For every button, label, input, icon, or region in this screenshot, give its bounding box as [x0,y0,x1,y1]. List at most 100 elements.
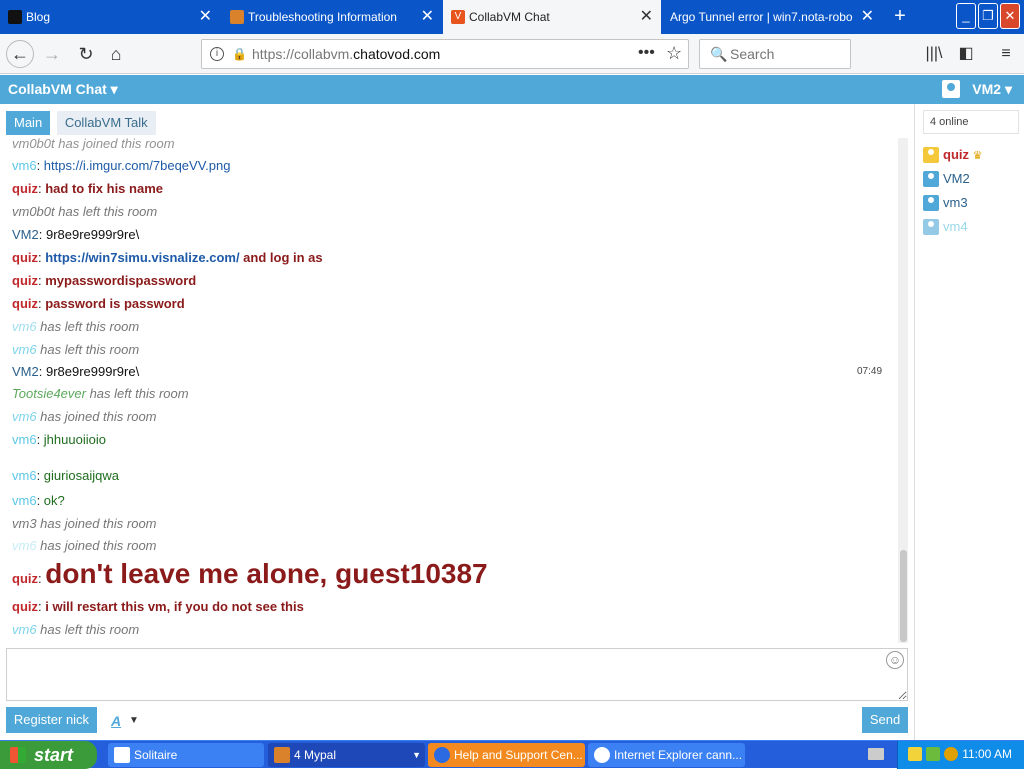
message-nick[interactable]: vm6 [12,622,37,637]
message-nick[interactable]: vm6 [12,342,37,357]
room-tabs: Main CollabVM Talk [6,111,159,135]
message-text: has left this room [36,622,140,637]
forward-arrow-icon[interactable]: → [38,40,66,68]
message-text: mypasswordispassword [45,273,197,288]
message-nick[interactable]: quiz [12,599,38,614]
url-text[interactable]: https://collabvm.chatovod.com [252,46,440,62]
reload-icon[interactable]: ↻ [72,40,100,68]
user-name: quiz [943,147,969,162]
tab-collabvm-talk[interactable]: CollabVM Talk [56,111,156,135]
message-text: jhhuuoiioio [43,432,106,447]
chat-header-bar: CollabVM Chat ▾ VM2 ▾ [0,75,1024,104]
user-item-vm2[interactable]: VM2 [923,170,970,188]
windows-logo-icon [10,747,26,763]
chat-title-menu[interactable]: CollabVM Chat ▾ [8,81,118,98]
tab-label: Blog [26,10,51,24]
minimize-window-button[interactable]: _ [956,3,976,29]
message-nick[interactable]: quiz [12,571,38,586]
message-nick[interactable]: VM2 [12,364,39,379]
internet-explorer-icon [594,747,610,763]
tab-blog[interactable]: Blog ✕ [0,0,220,34]
menu-icon[interactable]: ≡ [994,42,1018,66]
solitaire-icon [114,747,130,763]
search-input[interactable] [730,46,840,62]
tab-argo-tunnel[interactable]: Argo Tunnel error | win7.nota-robot.com … [662,0,882,34]
close-tab-icon[interactable]: ✕ [861,0,874,34]
task-solitaire[interactable]: Solitaire [108,743,264,767]
list-item: VM2: 9r8e9re999r9re\ [12,364,140,379]
security-shield-icon[interactable] [908,747,922,761]
list-item: quiz: password is password [12,296,185,311]
scrollbar-thumb[interactable] [900,550,907,642]
message-nick[interactable]: vm6 [12,409,37,424]
task-help-support[interactable]: Help and Support Cen... [428,743,585,767]
firefox-favicon-icon [230,10,244,24]
send-button[interactable]: Send [862,707,908,733]
user-item-vm3[interactable]: vm3 [923,194,968,212]
page-actions-icon[interactable]: ••• [638,44,655,62]
chevron-down-icon[interactable]: ▼ [129,715,139,726]
current-user-menu[interactable]: VM2 ▾ [972,81,1012,98]
message-text: has left this room [85,386,189,401]
message-nick[interactable]: quiz [12,181,38,196]
search-bar[interactable]: 🔍 [699,39,851,69]
message-link[interactable]: https://i.imgur.com/7beqeVV.png [44,158,231,173]
message-nick[interactable]: quiz [12,250,38,265]
list-item: vm6 has left this room [12,319,139,334]
close-tab-icon[interactable]: ✕ [640,0,653,34]
tab-collabvm-chat[interactable]: V CollabVM Chat ✕ [443,0,661,34]
message-nick[interactable]: vm6 [12,538,37,553]
bookmark-star-icon[interactable]: ☆ [666,43,682,64]
back-arrow-icon[interactable]: ← [6,40,34,68]
message-nick[interactable]: Tootsie4ever [12,386,86,401]
message-text: giuriosaijqwa [43,468,119,483]
close-window-button[interactable]: ✕ [1000,3,1020,29]
message-timestamp: 07:49 [857,366,883,377]
network-icon[interactable] [926,747,940,761]
user-item-quiz[interactable]: quiz ♛ [923,146,983,164]
tab-main[interactable]: Main [6,111,51,135]
font-style-button[interactable]: A [111,713,121,729]
task-label: Internet Explorer cann... [614,748,743,762]
search-tray-icon[interactable] [944,747,958,761]
home-icon[interactable]: ⌂ [102,40,130,68]
message-text: has left this room [36,342,140,357]
info-icon[interactable]: i [210,47,224,61]
message-text: 9r8e9re999r9re\ [45,227,140,242]
message-nick[interactable]: vm6 [12,319,37,334]
close-tab-icon[interactable]: ✕ [199,0,212,34]
message-input[interactable] [6,648,908,701]
lock-icon[interactable]: 🔒 [232,48,247,60]
task-internet-explorer[interactable]: Internet Explorer cann... [588,743,745,767]
address-bar[interactable]: i 🔒 https://collabvm.chatovod.com ••• ☆ [201,39,689,69]
blog-favicon-icon [8,10,22,24]
sidebar-icon[interactable]: ◧ [954,42,978,66]
start-button[interactable]: start [0,741,97,769]
restore-window-button[interactable]: ❐ [978,3,998,29]
clock: 11:00 AM [962,747,1012,761]
mypal-icon [274,747,290,763]
message-nick[interactable]: quiz [12,273,38,288]
message-nick[interactable]: vm6 [12,493,37,508]
smiley-icon[interactable]: ☺ [886,651,904,669]
keyboard-icon[interactable] [868,748,884,760]
message-nick[interactable]: quiz [12,296,38,311]
message-nick[interactable]: vm6 [12,432,37,447]
message-nick[interactable]: vm6 [12,158,37,173]
message-text: password is password [45,296,185,311]
message-text: vm0b0t has left this room [12,204,158,219]
message-nick[interactable]: vm6 [12,468,37,483]
tab-troubleshooting[interactable]: Troubleshooting Information ✕ [222,0,442,34]
new-tab-button[interactable]: + [890,0,910,34]
list-item: quiz: don't leave me alone, guest10387 [12,558,488,589]
user-item-vm4[interactable]: vm4 [923,218,968,236]
register-nick-button[interactable]: Register nick [6,707,97,733]
list-item: vm6: jhhuuoiioio [12,432,106,447]
user-name: VM2 [943,171,970,186]
message-text: 9r8e9re999r9re\ [45,364,140,379]
message-nick[interactable]: VM2 [12,227,39,242]
library-icon[interactable]: |||\ [922,42,946,66]
message-link[interactable]: https://win7simu.visnalize.com/ [45,250,239,265]
close-tab-icon[interactable]: ✕ [421,0,434,34]
task-mypal[interactable]: 4 Mypal ▼ [268,743,425,767]
